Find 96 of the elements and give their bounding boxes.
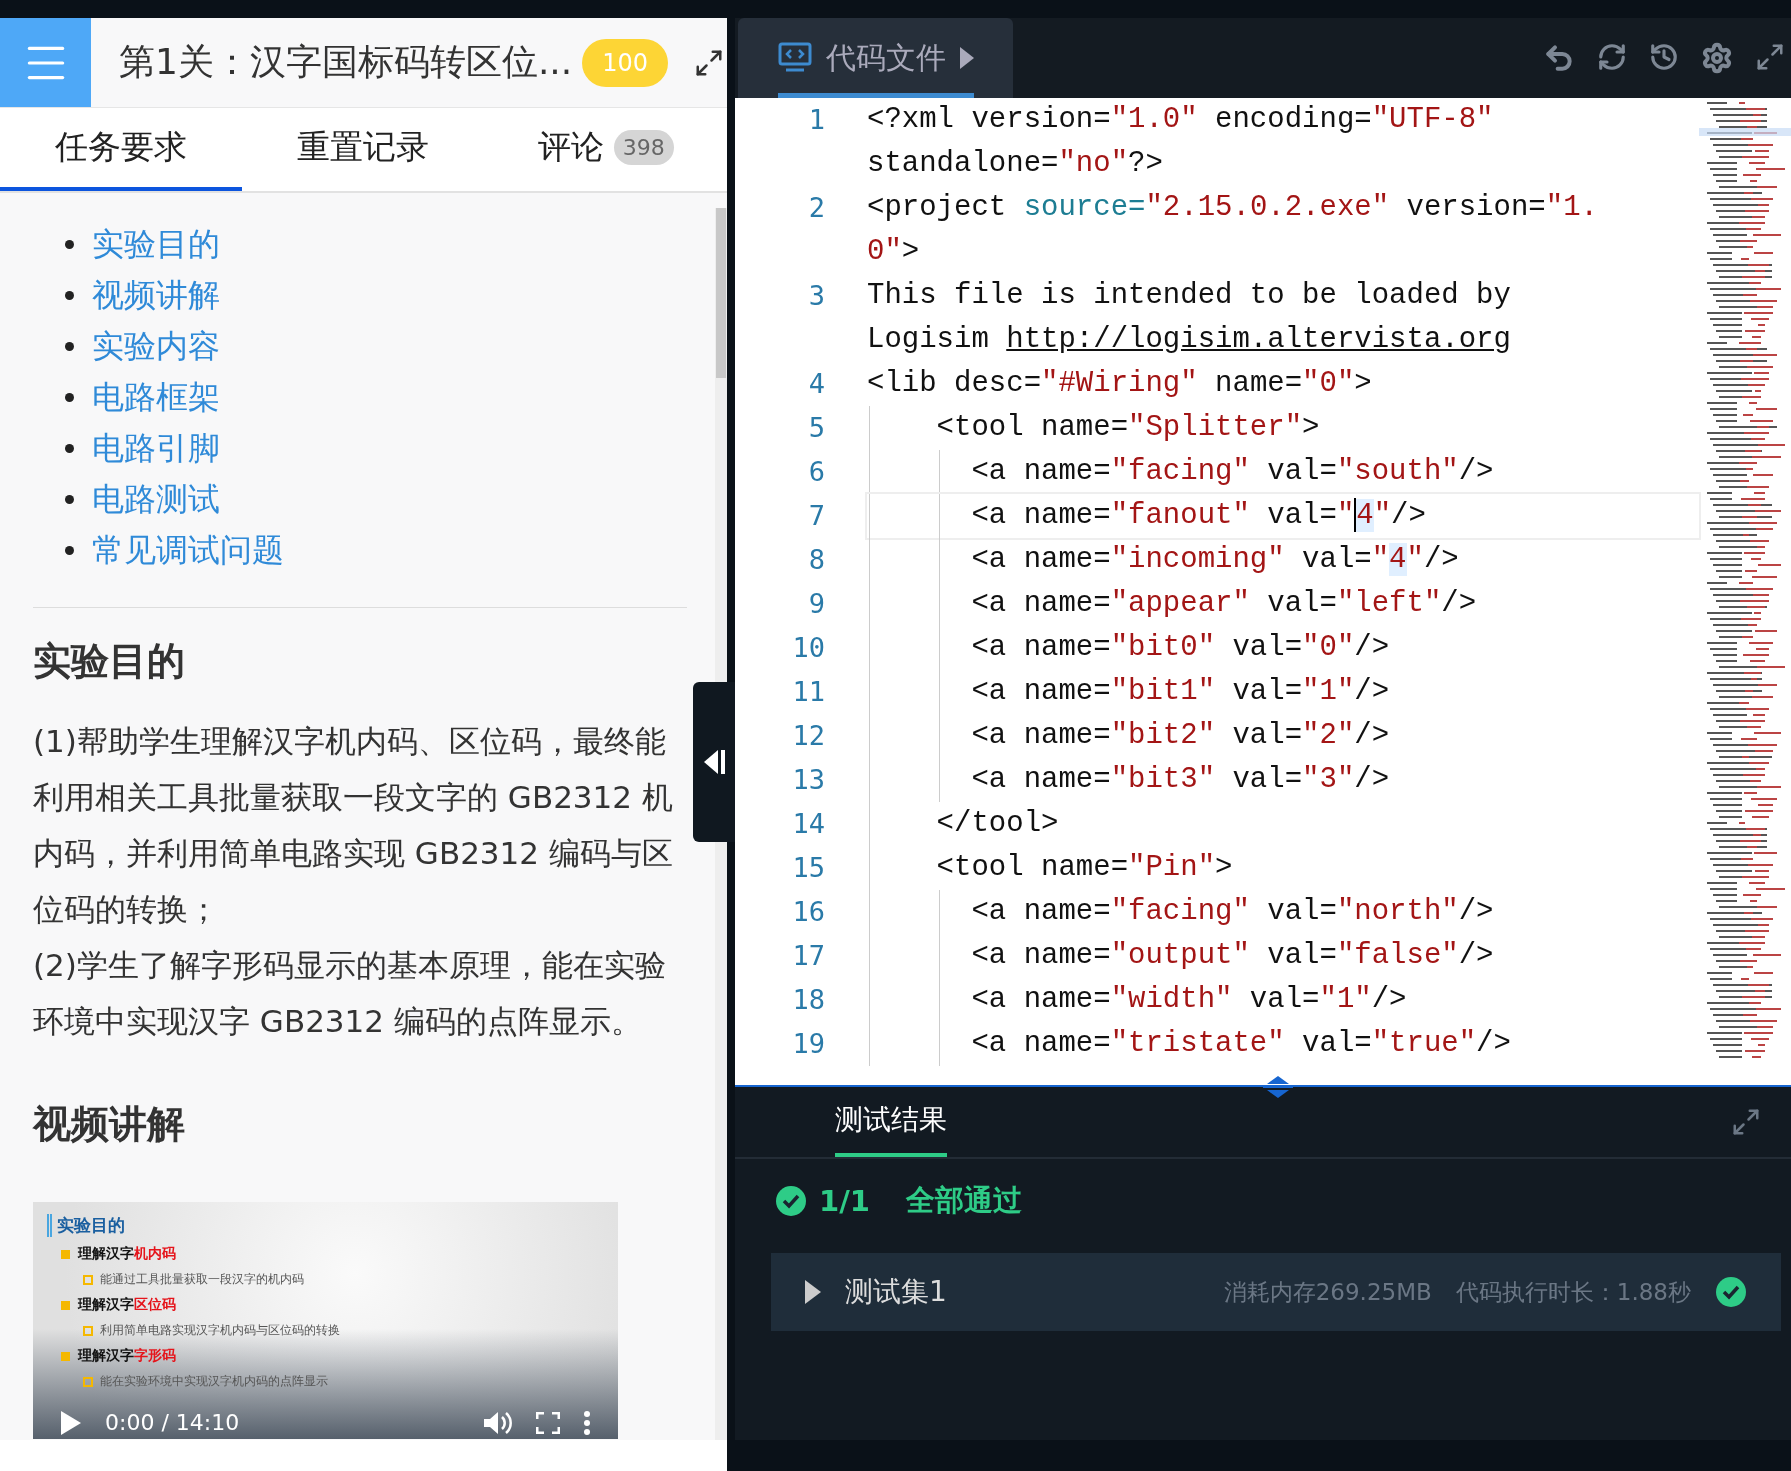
expand-icon[interactable] [694, 47, 725, 78]
fullscreen-icon[interactable] [536, 1411, 560, 1434]
line-number: 9 [807, 587, 825, 621]
line-number: 2 [807, 191, 825, 225]
collapse-icon [702, 747, 726, 777]
memory-usage: 消耗内存269.25MB [1223, 1277, 1432, 1307]
code-line: standalone="no"?> [867, 146, 1164, 182]
bullet-icon [65, 341, 74, 351]
test-set-name: 测试集1 [845, 1274, 947, 1310]
line-number: 6 [807, 455, 825, 489]
code-line: 0"> [867, 234, 921, 270]
collapse-button[interactable] [693, 682, 735, 842]
pass-summary: 全部通过 [905, 1182, 1022, 1219]
code-line: <a name="bit0" val="0"/> [867, 626, 1699, 670]
slide-bullet: 理解汉字机内码 [61, 1245, 604, 1263]
code-line: Logisim http://logisim.altervista.org [867, 322, 1512, 358]
score-badge: 100 [582, 38, 669, 87]
code-line: <a name="facing" val="north"/> [867, 890, 1699, 934]
expand-arrow-icon[interactable] [805, 1280, 821, 1304]
line-number: 11 [791, 675, 825, 709]
code-line: <a name="facing" val="south"/> [867, 450, 1699, 494]
slide-bullet: 理解汉字字形码 [61, 1347, 604, 1365]
toc-link[interactable]: 电路框架 [92, 378, 220, 416]
code-line: <a name="bit3" val="3"/> [867, 758, 1699, 802]
volume-icon[interactable] [484, 1410, 512, 1435]
page-title: 第1关：汉字国标码转区位... [119, 40, 573, 84]
line-number: 18 [791, 983, 825, 1017]
line-number: 4 [807, 367, 825, 401]
line-number: 3 [807, 279, 825, 313]
code-monitor-icon [778, 42, 812, 74]
bullet-icon [65, 545, 74, 555]
code-line: <a name="incoming" val="4"/> [867, 538, 1699, 582]
code-line: <a name="bit2" val="2"/> [867, 714, 1699, 758]
more-icon[interactable] [584, 1410, 590, 1435]
code-line: <project source="2.15.0.2.exe" version="1. [867, 190, 1599, 226]
code-line: <a name="bit1" val="1"/> [867, 670, 1699, 714]
bullet-icon [65, 494, 74, 504]
bullet-icon [65, 392, 74, 402]
slide-note: 利用简单电路实现汉字机内码与区位码的转换 [83, 1322, 604, 1339]
caret-icon [960, 47, 974, 69]
code-line: This file is intended to be loaded by [867, 278, 1512, 314]
line-number: 13 [791, 763, 825, 797]
code-line: <a name="width" val="1"/> [867, 978, 1699, 1022]
tab[interactable]: 重置记录 [242, 108, 485, 191]
video-time: 0:00 / 14:10 [105, 1410, 240, 1435]
line-number: 16 [791, 895, 825, 929]
paragraph: (2)学生了解字形码显示的基本原理，能在实验环境中实现汉字 GB2312 编码的点阵显示。 [33, 946, 667, 1041]
line-number: 7 [807, 499, 825, 533]
pass-count: 1/1 [819, 1184, 870, 1218]
code-line: <a name="fanout" val="4"/> [867, 494, 1699, 538]
toc-link[interactable]: 电路引脚 [92, 429, 220, 467]
bullet-icon [65, 239, 74, 249]
toc-link[interactable]: 视频讲解 [92, 276, 220, 314]
line-number: 12 [791, 719, 825, 753]
toc-link[interactable]: 常见调试问题 [92, 531, 284, 569]
line-number: 14 [791, 807, 825, 841]
section-heading: 视频讲解 [33, 1101, 186, 1148]
toc-link[interactable]: 实验内容 [92, 327, 220, 365]
bullet-icon [65, 443, 74, 453]
undo-icon[interactable] [1543, 42, 1575, 74]
comment-count: 398 [613, 130, 674, 165]
results-tab[interactable]: 测试结果 [835, 1087, 947, 1157]
slide-bullet: 理解汉字区位码 [61, 1296, 604, 1314]
text-cursor [1354, 498, 1357, 533]
menu-button[interactable] [0, 18, 91, 107]
line-number: 8 [807, 543, 825, 577]
code-line: <a name="output" val="false"/> [867, 934, 1699, 978]
toc-link[interactable]: 实验目的 [92, 225, 220, 263]
editor-tab[interactable]: 代码文件 [738, 18, 1013, 98]
play-icon[interactable] [61, 1410, 81, 1435]
slide-note: 能在实验环境中实现汉字机内码的点阵显示 [83, 1373, 604, 1390]
settings-icon[interactable] [1701, 42, 1733, 74]
slide-title: 实验目的 [47, 1214, 125, 1237]
resize-handle[interactable] [1263, 1073, 1293, 1101]
tab[interactable]: 任务要求 [0, 108, 243, 191]
execution-time: 代码执行时长：1.88秒 [1455, 1277, 1691, 1307]
code-line: <tool name="Pin"> [867, 846, 1699, 890]
toc-link[interactable]: 电路测试 [92, 480, 220, 518]
line-number: 5 [807, 411, 825, 445]
code-line: <lib desc="#Wiring" name="0"> [867, 366, 1373, 402]
paragraph: (1)帮助学生理解汉字机内码、区位码，最终能利用相关工具批量获取一段文字的 GB2312 机内码，并利用简单电路实现 GB2312 编码与区位码的转换； [33, 722, 674, 929]
line-number: 19 [791, 1027, 825, 1061]
video-player[interactable]: 实验目的 理解汉字机内码 能通过工具批量获取一段汉字的机内码 理解汉字区位码 利用简单电路实现汉字机内码与区位码的转换 理解汉字字形码 能在实验环境中实现汉字机内码的点阵显示 0:00 / 14:10 [33, 1202, 618, 1439]
code-line: <a name="appear" val="left"/> [867, 582, 1699, 626]
code-line: <a name="tristate" val="true"/> [867, 1022, 1699, 1066]
line-number: 15 [791, 851, 825, 885]
line-number: 1 [807, 103, 825, 137]
code-line: <tool name="Splitter"> [867, 406, 1699, 450]
section-heading: 实验目的 [33, 638, 186, 685]
tab[interactable]: 评论 398 [484, 108, 727, 191]
bullet-icon [65, 290, 74, 300]
slide-note: 能通过工具批量获取一段汉字的机内码 [83, 1271, 604, 1288]
line-number: 10 [791, 631, 825, 665]
code-line: </tool> [867, 802, 1699, 846]
line-number: 17 [791, 939, 825, 973]
code-line: <?xml version="1.0" encoding="UTF-8" [867, 102, 1495, 138]
